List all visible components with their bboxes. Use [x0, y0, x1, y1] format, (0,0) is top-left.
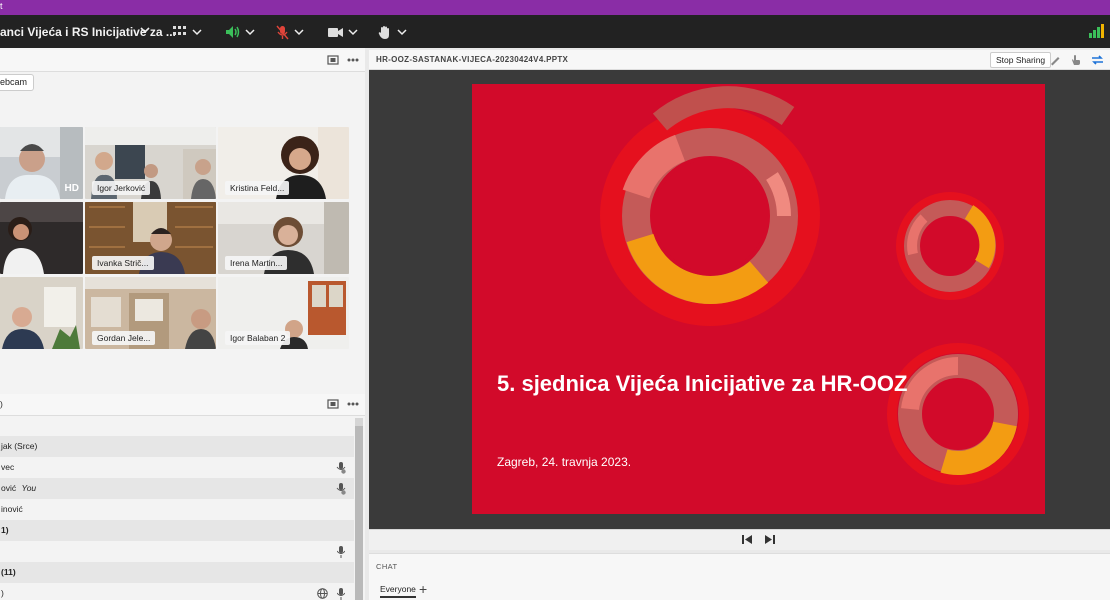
mic-off-icon [276, 25, 289, 39]
video-tile[interactable]: HD [0, 127, 83, 199]
microphone-icon [337, 546, 345, 558]
shared-file-name: HR-OOZ-SASTANAK-VIJECA-20230424V4.PPTX [376, 55, 569, 64]
start-webcam-button[interactable]: ebcam [0, 74, 35, 91]
mic-muted-icon [336, 462, 346, 474]
webcam-video [0, 202, 83, 274]
attendee-name: ) [1, 588, 4, 598]
previous-slide-icon[interactable] [741, 534, 753, 545]
camera-icon [328, 27, 343, 37]
stop-sharing-button[interactable]: Stop Sharing [990, 52, 1052, 68]
participant-name: Kristina Feld... [225, 181, 290, 195]
video-tile[interactable]: Kristina Feld... [218, 127, 349, 199]
fullscreen-icon[interactable] [327, 55, 339, 65]
you-label: You [21, 483, 37, 493]
video-tile[interactable]: Gordan Jele... [85, 277, 216, 349]
slide-graphic [600, 86, 1029, 485]
fullscreen-icon[interactable] [327, 399, 339, 409]
video-tile[interactable]: Irena Martin... [218, 202, 349, 274]
attendee-name: vec [1, 462, 15, 472]
slide-title: 5. sjednica Vijeća Inicijative za HR-OOZ [497, 371, 908, 396]
webcam-video [0, 277, 83, 349]
video-tile[interactable]: Igor Balaban 2 [218, 277, 349, 349]
attendee-row[interactable]: jak (Srce) [0, 436, 354, 457]
attendees-pod-header: ) [0, 394, 365, 416]
mic-muted-icon [336, 483, 346, 495]
group-label: 1) [1, 525, 9, 535]
video-tile[interactable] [0, 277, 83, 349]
participant-name: Ivanka Strič... [92, 256, 154, 270]
signal-icon [1089, 24, 1104, 38]
chevron-down-icon [192, 29, 202, 36]
slide-subtitle: Zagreb, 24. travnja 2023. [497, 455, 632, 469]
camera-button[interactable] [328, 23, 359, 41]
attendee-row[interactable]: inović [0, 499, 354, 520]
participant-name: Igor Balaban 2 [225, 331, 291, 345]
chat-pod: CHAT Everyone + [369, 553, 1110, 600]
window-titlebar: t [0, 0, 1110, 15]
attendee-row[interactable] [0, 541, 354, 562]
chevron-down-icon[interactable] [139, 24, 151, 36]
chat-tab-everyone[interactable]: Everyone [380, 584, 416, 598]
attendee-group-header[interactable]: 1) [0, 520, 354, 541]
participant-name: Igor Jerković [92, 181, 151, 195]
chat-title: CHAT [376, 562, 398, 571]
add-chat-tab-button[interactable]: + [419, 581, 427, 597]
globe-icon [317, 588, 328, 599]
speaker-icon [226, 26, 240, 38]
grid-icon [173, 26, 186, 35]
left-pane: ebcam HD Igor Jerković Kristina Feld... [0, 48, 365, 600]
speaker-button[interactable] [225, 23, 256, 41]
hand-icon [378, 25, 389, 39]
next-slide-icon[interactable] [764, 534, 776, 545]
share-pod-header: HR-OOZ-SASTANAK-VIJECA-20230424V4.PPTX S… [369, 50, 1110, 70]
attendee-row[interactable]: vec [0, 457, 354, 478]
more-options-icon[interactable] [347, 402, 359, 406]
hd-badge: HD [64, 183, 79, 194]
video-tile[interactable] [0, 202, 83, 274]
chevron-down-icon [348, 29, 358, 36]
video-tile[interactable]: Ivanka Strič... [85, 202, 216, 274]
presentation-slide: 5. sjednica Vijeća Inicijative za HR-OOZ… [472, 84, 1045, 514]
attendees-title: ) [0, 399, 3, 409]
attendee-name: ović [1, 483, 17, 493]
raise-hand-button[interactable] [378, 23, 408, 41]
attendee-row[interactable]: ) [0, 583, 354, 600]
share-pod: HR-OOZ-SASTANAK-VIJECA-20230424V4.PPTX S… [369, 50, 1110, 529]
draw-pencil-icon[interactable] [1049, 54, 1061, 66]
video-tile[interactable]: Igor Jerković [85, 127, 216, 199]
chevron-down-icon [397, 29, 407, 36]
layout-menu-button[interactable] [173, 23, 203, 41]
attendee-row[interactable]: ović You [0, 478, 354, 499]
sync-icon[interactable] [1091, 54, 1104, 66]
window-title-fragment: t [0, 1, 3, 11]
microphone-icon [337, 588, 345, 600]
participant-name: Gordan Jele... [92, 331, 156, 345]
chevron-down-icon [245, 29, 255, 36]
meeting-toolbar: anci Vijeća i RS Inicijative za ... [0, 15, 1110, 48]
slide-navigation [369, 529, 1110, 550]
attendee-scrollbar[interactable] [355, 418, 363, 600]
more-options-icon[interactable] [347, 58, 359, 62]
attendee-name: inović [1, 504, 23, 514]
group-label: (11) [1, 567, 16, 577]
chevron-down-icon [294, 29, 304, 36]
microphone-button[interactable] [276, 23, 305, 41]
attendee-group-header[interactable]: (11) [0, 562, 354, 583]
pointer-hand-icon[interactable] [1070, 54, 1082, 66]
participant-name: Irena Martin... [225, 256, 288, 270]
video-pod-header [0, 50, 365, 72]
attendee-name: jak (Srce) [1, 441, 38, 451]
